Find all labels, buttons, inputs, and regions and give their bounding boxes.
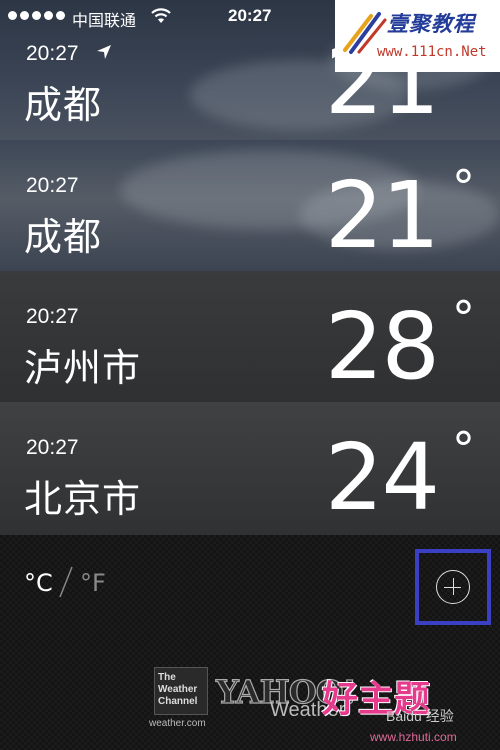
carrier-name: 中国联通 bbox=[72, 13, 137, 30]
degree-symbol: ° bbox=[452, 291, 475, 345]
signal-strength-icon bbox=[8, 11, 65, 20]
twc-line: Channel bbox=[158, 696, 198, 707]
status-time: 20:27 bbox=[228, 6, 272, 25]
location-arrow-icon bbox=[97, 45, 111, 59]
watermark-logo-top: 壹聚教程 www.111cn.Net bbox=[335, 0, 500, 72]
city-row[interactable]: 20:27 成都 21 ° bbox=[0, 140, 500, 271]
degree-symbol: ° bbox=[452, 160, 475, 214]
city-time: 20:27 bbox=[26, 305, 79, 328]
city-name: 成都 bbox=[24, 215, 103, 259]
plus-icon bbox=[436, 570, 470, 604]
wifi-icon bbox=[151, 8, 171, 23]
weather-channel-logo[interactable]: The Weather Channel bbox=[154, 667, 208, 715]
watermark-logo-bottom: 好主题 Baidu 经验 www.hzhuti.com bbox=[322, 668, 500, 750]
degree-symbol: ° bbox=[452, 422, 475, 476]
watermark-url-bottom: www.hzhuti.com bbox=[370, 730, 457, 744]
city-name: 北京市 bbox=[24, 477, 142, 521]
twc-line: The bbox=[158, 672, 176, 683]
weather-channel-url: weather.com bbox=[149, 718, 206, 729]
unit-fahrenheit-toggle[interactable]: °F bbox=[80, 569, 106, 597]
add-city-button[interactable] bbox=[415, 549, 491, 625]
watermark-url: www.111cn.Net bbox=[377, 44, 487, 60]
city-temperature: 21 bbox=[324, 162, 440, 269]
city-time: 20:27 bbox=[26, 174, 79, 197]
unit-celsius-toggle[interactable]: °C bbox=[24, 569, 53, 597]
city-row[interactable]: 20:27 北京市 24 ° bbox=[0, 402, 500, 535]
watermark-baidu-text: Baidu 经验 bbox=[386, 708, 454, 724]
city-temperature: 28 bbox=[324, 293, 440, 400]
watermark-title: 壹聚教程 bbox=[387, 11, 475, 36]
city-name: 成都 bbox=[24, 83, 103, 127]
unit-divider bbox=[59, 566, 73, 598]
city-time: 20:27 bbox=[26, 42, 79, 65]
city-temperature: 24 bbox=[324, 424, 440, 531]
city-row[interactable]: 20:27 泸州市 28 ° bbox=[0, 271, 500, 402]
twc-line: Weather bbox=[158, 684, 198, 695]
city-time: 20:27 bbox=[26, 436, 79, 459]
city-name: 泸州市 bbox=[24, 346, 142, 390]
